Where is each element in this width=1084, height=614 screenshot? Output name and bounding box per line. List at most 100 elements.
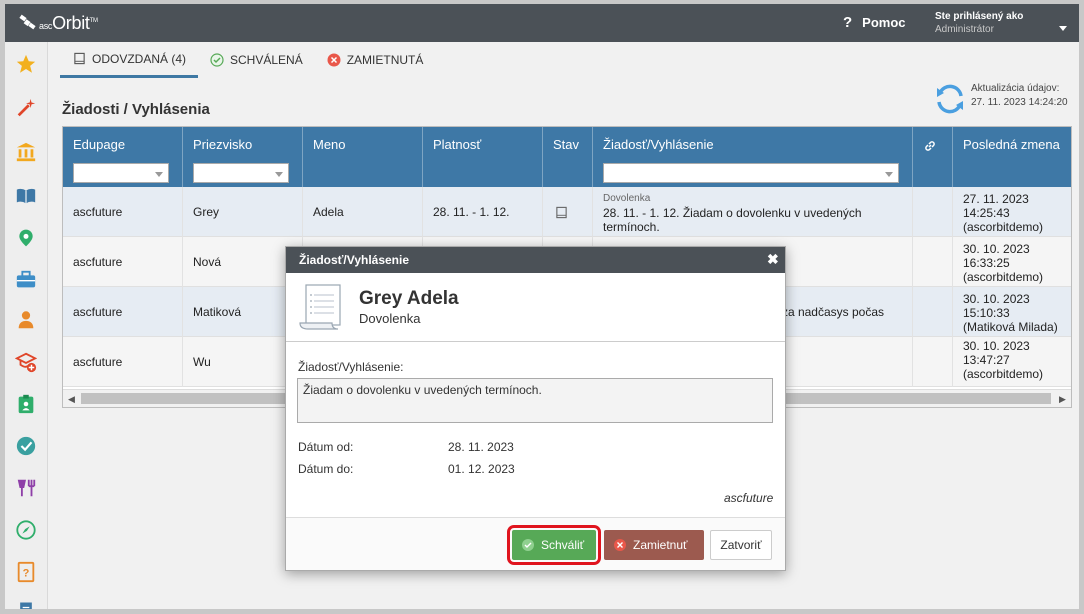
request-type: Dovolenka: [359, 311, 421, 326]
col-link[interactable]: [913, 127, 953, 187]
employee-name: Grey Adela: [359, 288, 459, 309]
cell-link: [913, 237, 953, 287]
cell-edupage: ascfuture: [63, 187, 183, 237]
col-edupage[interactable]: Edupage: [63, 127, 183, 187]
scroll-right-icon[interactable]: ▶: [1059, 394, 1066, 405]
clipboard-user-icon[interactable]: [14, 392, 38, 416]
compass-icon[interactable]: [14, 518, 38, 542]
date-to-value: 01. 12. 2023: [448, 462, 515, 476]
check-circle-icon: [210, 53, 224, 67]
map-pin-icon[interactable]: [14, 226, 38, 250]
cell-edupage: ascfuture: [63, 237, 183, 287]
col-last-change[interactable]: Posledná zmena: [953, 127, 1071, 187]
divider: [286, 341, 785, 342]
dialog-title: Žiadosť/Vyhlásenie: [299, 253, 410, 267]
document-icon: [556, 206, 567, 218]
request-type: Dovolenka: [603, 193, 651, 204]
document-scroll-icon: [299, 284, 341, 330]
cell-edupage: ascfuture: [63, 287, 183, 337]
question-icon: ?: [843, 14, 853, 31]
dialog-footer: Schváliť Zamietnuť Zatvoriť: [286, 517, 785, 570]
user-menu[interactable]: Ste prihlásený ako Administrátor: [935, 10, 1023, 36]
document-icon: [72, 52, 86, 66]
col-status[interactable]: Stav: [543, 127, 593, 187]
question-book-icon[interactable]: ?: [14, 560, 38, 584]
tab-label: SCHVÁLENÁ: [230, 53, 303, 67]
satellite-icon: [19, 14, 36, 30]
cell-last-change: 30. 10. 2023 15:10:33 (Matiková Milada): [963, 292, 1058, 334]
fork-glass-icon[interactable]: [14, 476, 38, 500]
refresh-time: 27. 11. 2023 14:24:20: [971, 97, 1068, 108]
close-button[interactable]: Zatvoriť: [710, 530, 772, 560]
user-line1: Ste prihlásený ako: [935, 11, 1024, 22]
tab-approved[interactable]: SCHVÁLENÁ: [198, 42, 315, 78]
col-request[interactable]: Žiadosť/Vyhlásenie: [593, 127, 913, 187]
cell-surname: Grey: [183, 187, 303, 237]
link-icon: [925, 141, 935, 151]
dialog-header: Žiadosť/Vyhlásenie ✖: [286, 247, 785, 273]
magic-wand-icon[interactable]: [14, 96, 38, 120]
cell-last-change: 30. 10. 2023 16:33:25 (ascorbitdemo): [963, 242, 1044, 284]
col-name[interactable]: Meno: [303, 127, 423, 187]
cell-link: [913, 187, 953, 237]
request-author: ascfuture: [724, 491, 774, 505]
help-button[interactable]: ? Pomoc: [843, 14, 906, 31]
filter-edupage[interactable]: [73, 163, 169, 183]
status-tabs: ODOVZDANÁ (4) SCHVÁLENÁ ZAMIETNUTÁ: [60, 42, 435, 78]
logo-name: Orbit: [52, 12, 90, 33]
table-row[interactable]: ascfuture Grey Adela 28. 11. - 1. 12. Do…: [63, 187, 1071, 237]
page-title: Žiadosti / Vyhlásenia: [62, 101, 210, 118]
chevron-down-icon[interactable]: [1059, 26, 1067, 31]
document-icon[interactable]: [14, 598, 38, 609]
cell-link: [913, 337, 953, 387]
person-icon[interactable]: [14, 308, 38, 332]
tab-rejected[interactable]: ZAMIETNUTÁ: [315, 42, 436, 78]
svg-text:?: ?: [23, 568, 30, 580]
request-text-box: Žiadam o dovolenku v uvedených termínoch…: [297, 378, 773, 423]
checkmark-circle-icon[interactable]: [14, 434, 38, 458]
col-validity[interactable]: Platnosť: [423, 127, 543, 187]
help-label: Pomoc: [862, 15, 906, 30]
scroll-left-icon[interactable]: ◀: [68, 394, 75, 405]
star-icon[interactable]: [14, 52, 38, 76]
filter-request[interactable]: [603, 163, 899, 183]
user-line2: Administrátor: [935, 24, 994, 35]
cell-edupage: ascfuture: [63, 337, 183, 387]
reject-button[interactable]: Zamietnuť: [604, 530, 704, 560]
date-from-label: Dátum od:: [298, 440, 354, 454]
briefcase-icon[interactable]: [14, 268, 38, 292]
top-bar: ascOrbitTM ? Pomoc Ste prihlásený ako Ad…: [5, 4, 1079, 42]
reject-label: Zamietnuť: [633, 538, 688, 552]
request-text-label: Žiadosť/Vyhlásenie:: [298, 360, 404, 374]
hat-add-icon[interactable]: [14, 350, 38, 374]
cell-last-change: 30. 10. 2023 13:47:27 (ascorbitdemo): [963, 339, 1044, 381]
x-icon: [614, 539, 626, 551]
cell-link: [913, 287, 953, 337]
logo-prefix: asc: [39, 20, 53, 31]
tab-label: ZAMIETNUTÁ: [346, 53, 424, 67]
x-circle-icon: [327, 53, 341, 67]
cell-validity: 28. 11. - 1. 12.: [423, 187, 543, 237]
approve-button[interactable]: Schváliť: [507, 525, 601, 565]
cell-last-change: 27. 11. 2023 14:25:43 (ascorbitdemo): [963, 192, 1044, 234]
sidebar: ?: [5, 42, 48, 609]
request-text: 28. 11. - 1. 12. Žiadam o dovolenku v uv…: [603, 206, 862, 234]
tab-submitted[interactable]: ODOVZDANÁ (4): [60, 42, 199, 78]
request-dialog: Žiadosť/Vyhlásenie ✖ Grey Adela Dovolenk…: [285, 246, 786, 571]
date-to-label: Dátum do:: [298, 462, 354, 476]
logo[interactable]: ascOrbitTM: [17, 10, 98, 36]
filter-surname[interactable]: [193, 163, 289, 183]
cell-status: [543, 187, 593, 237]
refresh-icon: [937, 84, 963, 114]
col-surname[interactable]: Priezvisko: [183, 127, 303, 187]
close-icon[interactable]: ✖: [767, 252, 779, 266]
book-icon[interactable]: [14, 184, 38, 208]
tab-label: ODOVZDANÁ (4): [92, 51, 187, 66]
refresh-label: Aktualizácia údajov:: [971, 83, 1060, 94]
bank-icon[interactable]: [14, 140, 38, 164]
refresh-button[interactable]: Aktualizácia údajov: 27. 11. 2023 14:24:…: [933, 82, 1068, 116]
close-label: Zatvoriť: [720, 538, 762, 552]
date-from-value: 28. 11. 2023: [448, 440, 514, 454]
cell-request: Dovolenka 28. 11. - 1. 12. Žiadam o dovo…: [593, 187, 913, 237]
logo-mark: TM: [89, 17, 98, 24]
